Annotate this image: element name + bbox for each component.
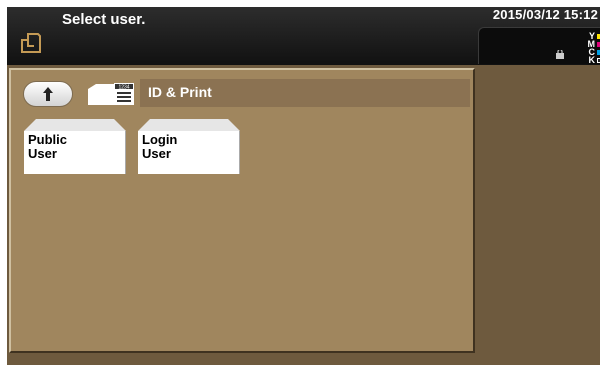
button-label: Public User <box>28 132 68 161</box>
button-label: Login User <box>142 132 178 161</box>
tab-top <box>138 119 240 131</box>
public-user-button[interactable]: Public User <box>24 119 126 174</box>
screen-title: Select user. <box>62 11 146 28</box>
content-panel: 1234 ID & Print Public User Login User <box>9 68 475 353</box>
lock-icon <box>556 50 564 59</box>
breadcrumb-label: ID & Print <box>148 84 212 100</box>
home-copy-icon[interactable] <box>19 31 43 55</box>
tab-top <box>24 119 126 131</box>
toner-row-k: K <box>587 56 600 65</box>
button-face: Public User <box>24 131 126 174</box>
date-time: 2015/03/12 15:12 <box>492 7 598 22</box>
up-arrow-icon <box>43 87 53 101</box>
box-number: 1234 <box>118 85 129 91</box>
up-button[interactable] <box>23 81 73 107</box>
button-face: Login User <box>138 131 240 174</box>
login-user-button[interactable]: Login User <box>138 119 240 174</box>
box-icon: 1234 <box>88 83 134 105</box>
header-bar: Select user. 2015/03/12 15:12 Y M C K <box>7 7 600 65</box>
status-panel: Y M C K <box>478 27 600 65</box>
breadcrumb: ID & Print <box>140 79 470 107</box>
toner-levels: Y M C K <box>587 32 600 65</box>
